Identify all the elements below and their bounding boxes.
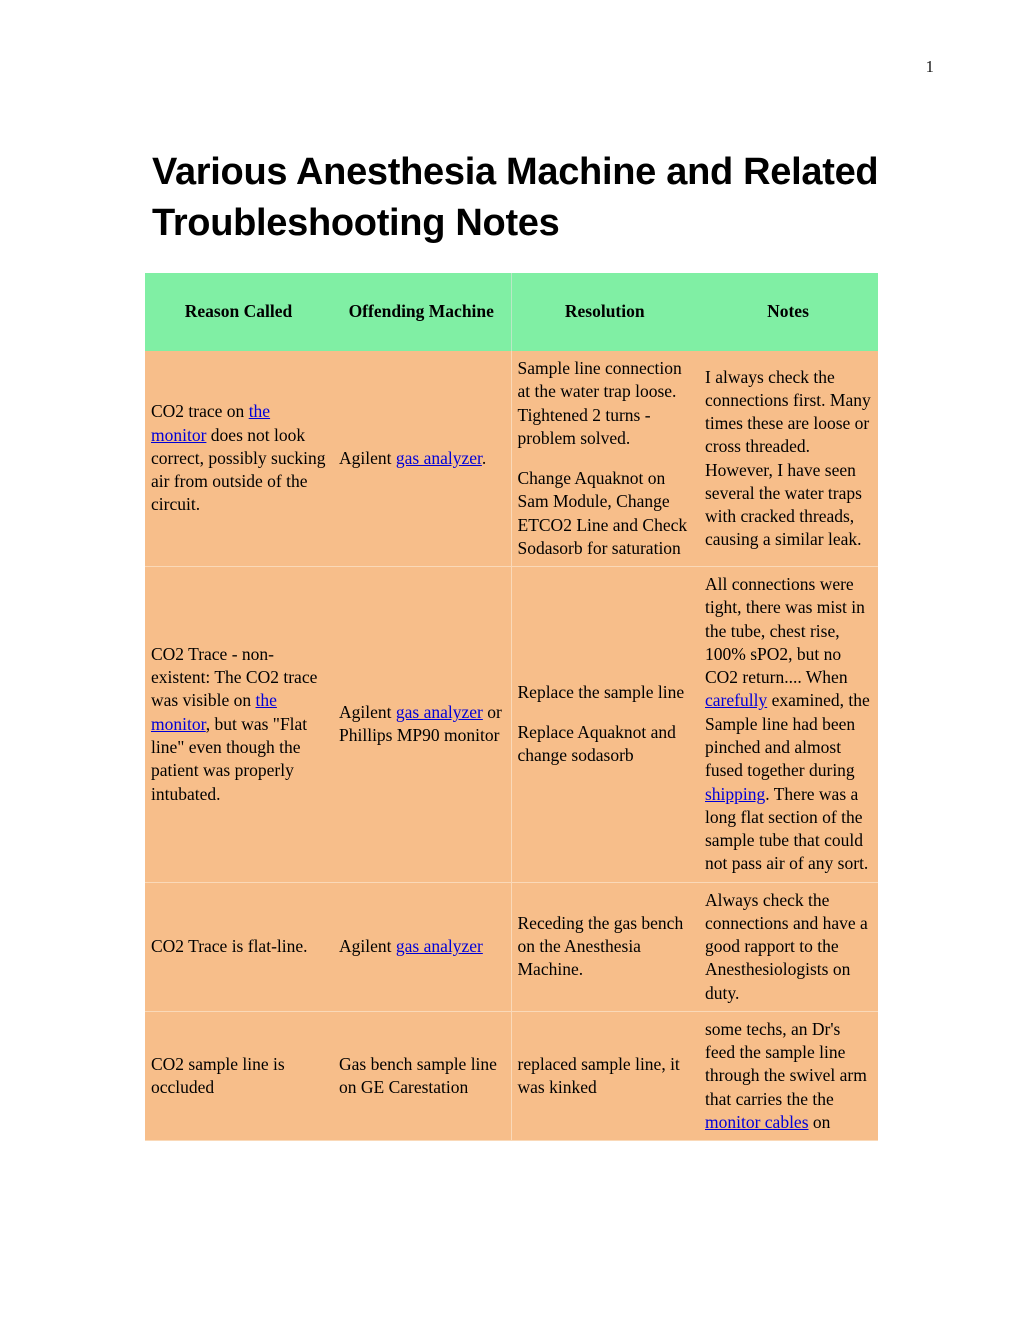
cell-paragraph: replaced sample line, it was kinked xyxy=(517,1053,680,1098)
table-body: CO2 trace on the monitor does not look c… xyxy=(145,351,878,1142)
inline-link[interactable]: the monitor xyxy=(151,690,277,733)
cell-reason-called: CO2 Trace is flat-line. xyxy=(145,882,333,1012)
cell-reason-called: CO2 trace on the monitor does not look c… xyxy=(145,351,333,568)
page-title: Various Anesthesia Machine and Related T… xyxy=(152,151,879,244)
inline-link[interactable]: gas analyzer xyxy=(396,936,483,956)
column-header-reason-called: Reason Called xyxy=(145,273,333,351)
cell-resolution: replaced sample line, it was kinked xyxy=(510,1011,699,1142)
cell-paragraph: Sample line connection at the water trap… xyxy=(517,358,682,448)
cell-resolution: Replace the sample line Replace Aquaknot … xyxy=(510,566,699,883)
column-header-resolution: Resolution xyxy=(510,273,699,351)
cell-paragraph: Replace Aquaknot and change sodasorb xyxy=(517,722,676,766)
column-header-offending-machine: Offending Machine xyxy=(333,273,511,351)
inline-link[interactable]: shipping xyxy=(705,784,765,804)
inline-link[interactable]: gas analyzer xyxy=(396,702,483,722)
cell-notes: All connections were tight, there was mi… xyxy=(699,566,878,883)
page-number: 1 xyxy=(925,57,935,76)
inline-link[interactable]: gas analyzer xyxy=(396,448,482,468)
column-header-notes: Notes xyxy=(699,273,878,351)
table-header-row: Reason Called Offending Machine Resoluti… xyxy=(145,273,878,351)
cell-paragraph: Change Aquaknot on Sam Module, Change ET… xyxy=(517,468,688,558)
cell-notes: some techs, an Dr's feed the sample line… xyxy=(699,1011,878,1142)
table-row: CO2 trace on the monitor does not look c… xyxy=(145,351,878,568)
page-bottom-clip xyxy=(0,1190,1020,1320)
cell-notes: I always check the connections first. Ma… xyxy=(699,351,878,568)
cell-notes: Always check the connections and have a … xyxy=(699,882,878,1012)
cell-resolution: Sample line connection at the water trap… xyxy=(510,351,699,568)
cell-offending-machine: Agilent gas analyzer or Phillips MP90 mo… xyxy=(333,566,511,883)
table-row: CO2 Trace is flat-line. Agilent gas analy… xyxy=(145,882,878,1012)
cell-paragraph: Receding the gas bench on the Anesthesia… xyxy=(517,912,684,980)
table-header: Reason Called Offending Machine Resoluti… xyxy=(145,273,878,351)
table-row: CO2 sample line is occluded Gas bench sam… xyxy=(145,1011,878,1142)
troubleshooting-table: Reason Called Offending Machine Resoluti… xyxy=(145,273,878,1142)
inline-link[interactable]: the monitor xyxy=(151,401,270,444)
cell-reason-called: CO2 sample line is occluded xyxy=(145,1011,333,1142)
cell-offending-machine: Gas bench sample line on GE Carestation xyxy=(333,1011,511,1142)
troubleshooting-table-wrapper: Reason Called Offending Machine Resoluti… xyxy=(145,273,878,1142)
cell-resolution: Receding the gas bench on the Anesthesia… xyxy=(510,882,699,1012)
table-row: CO2 Trace - non-existent: The CO2 trace … xyxy=(145,566,878,883)
inline-link[interactable]: monitor cables xyxy=(705,1112,809,1132)
inline-link[interactable]: carefully xyxy=(705,690,767,710)
cell-paragraph: Replace the sample line xyxy=(517,681,685,702)
cell-offending-machine: Agilent gas analyzer. xyxy=(333,351,511,568)
cell-offending-machine: Agilent gas analyzer xyxy=(333,882,511,1012)
cell-reason-called: CO2 Trace - non-existent: The CO2 trace … xyxy=(145,566,333,883)
document-page: 1 Various Anesthesia Machine and Related… xyxy=(0,0,1020,1320)
